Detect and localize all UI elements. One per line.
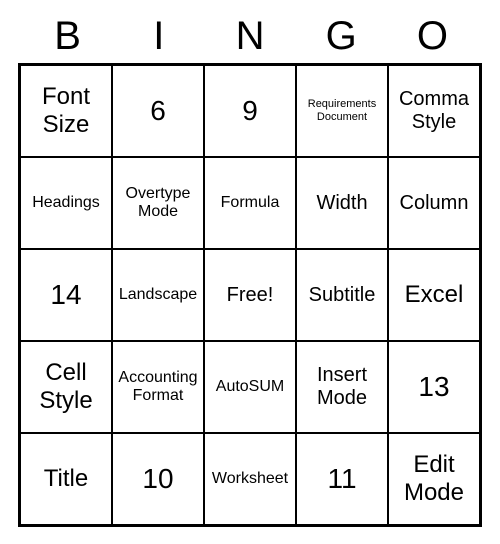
cell-2-2[interactable]: Free! (204, 249, 296, 341)
cell-4-0[interactable]: Title (20, 433, 112, 525)
header-i: I (113, 14, 204, 59)
cell-0-3[interactable]: Requirements Document (296, 65, 388, 157)
cell-4-4[interactable]: Edit Mode (388, 433, 480, 525)
bingo-grid: Font Size 6 9 Requirements Document Comm… (18, 63, 482, 527)
cell-1-1[interactable]: Overtype Mode (112, 157, 204, 249)
cell-3-1[interactable]: Accounting Format (112, 341, 204, 433)
cell-0-4[interactable]: Comma Style (388, 65, 480, 157)
cell-4-2[interactable]: Worksheet (204, 433, 296, 525)
cell-2-0[interactable]: 14 (20, 249, 112, 341)
header-g: G (296, 14, 387, 59)
cell-3-0[interactable]: Cell Style (20, 341, 112, 433)
header-n: N (204, 14, 295, 59)
cell-2-1[interactable]: Landscape (112, 249, 204, 341)
header-o: O (387, 14, 478, 59)
cell-2-4[interactable]: Excel (388, 249, 480, 341)
cell-0-0[interactable]: Font Size (20, 65, 112, 157)
bingo-card: B I N G O Font Size 6 9 Requirements Doc… (18, 14, 482, 527)
cell-3-4[interactable]: 13 (388, 341, 480, 433)
bingo-header: B I N G O (18, 14, 482, 63)
cell-1-3[interactable]: Width (296, 157, 388, 249)
cell-0-1[interactable]: 6 (112, 65, 204, 157)
cell-1-0[interactable]: Headings (20, 157, 112, 249)
cell-4-1[interactable]: 10 (112, 433, 204, 525)
cell-3-2[interactable]: AutoSUM (204, 341, 296, 433)
cell-1-2[interactable]: Formula (204, 157, 296, 249)
cell-0-2[interactable]: 9 (204, 65, 296, 157)
header-b: B (22, 14, 113, 59)
cell-2-3[interactable]: Subtitle (296, 249, 388, 341)
cell-4-3[interactable]: 11 (296, 433, 388, 525)
cell-3-3[interactable]: Insert Mode (296, 341, 388, 433)
cell-1-4[interactable]: Column (388, 157, 480, 249)
